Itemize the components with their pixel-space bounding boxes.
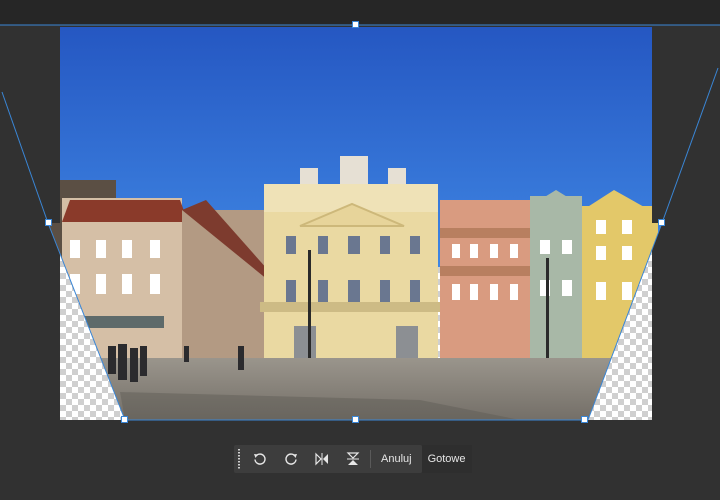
handle-right[interactable]: [658, 219, 665, 226]
toolbar-separator: [370, 450, 371, 468]
flip-horizontal-icon: [314, 452, 328, 466]
transform-toolbar: Anuluj Gotowe: [234, 445, 475, 473]
rotate-right-icon: [284, 453, 297, 465]
flip-vertical-icon: [346, 452, 359, 465]
handle-left[interactable]: [45, 219, 52, 226]
handle-bottom-right[interactable]: [581, 416, 588, 423]
flip-horizontal-button[interactable]: [306, 445, 337, 473]
photo-canvas[interactable]: [0, 0, 720, 500]
handle-bottom-left[interactable]: [121, 416, 128, 423]
rotate-right-button[interactable]: [275, 445, 306, 473]
drag-grip-icon[interactable]: [234, 445, 244, 473]
done-button[interactable]: Gotowe: [421, 445, 472, 473]
handle-bottom[interactable]: [352, 416, 359, 423]
flip-vertical-button[interactable]: [337, 445, 368, 473]
rotate-left-button[interactable]: [244, 445, 275, 473]
cancel-button[interactable]: Anuluj: [375, 445, 418, 473]
toolbar-main: Anuluj: [234, 445, 422, 473]
handle-top[interactable]: [352, 21, 359, 28]
rotate-left-icon: [253, 453, 266, 465]
